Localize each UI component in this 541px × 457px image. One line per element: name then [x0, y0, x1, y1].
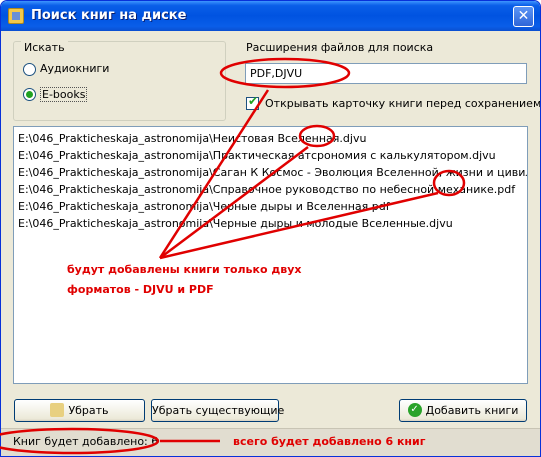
close-button[interactable]: ✕ — [513, 6, 534, 27]
open-card-checkbox[interactable]: ✔ — [246, 94, 259, 110]
list-item[interactable]: E:\046_Prakticheskaja_astronomija\Неисто… — [14, 130, 527, 147]
window-title: Поиск книг на диске — [31, 8, 187, 23]
radio-audiobooks[interactable] — [23, 63, 36, 76]
annotation-formats-line1: будут добавлены книги только двух — [67, 263, 302, 276]
book-search-dialog: Поиск книг на диске ✕ Искать Аудиокниги … — [0, 0, 541, 457]
remove-existing-label: Убрать существующие — [152, 404, 285, 417]
list-item[interactable]: E:\046_Prakticheskaja_astronomija\Саган … — [14, 164, 527, 181]
add-books-label: Добавить книги — [425, 404, 519, 417]
app-icon — [8, 8, 24, 24]
radio-audiobooks-label[interactable]: Аудиокниги — [40, 62, 109, 75]
title-bar[interactable]: Поиск книг на диске ✕ — [1, 1, 540, 31]
ok-check-icon: ✓ — [407, 403, 422, 417]
annotation-formats-line2: форматов - DJVU и PDF — [67, 283, 214, 296]
extensions-input[interactable] — [245, 63, 527, 84]
add-books-button[interactable]: ✓ Добавить книги — [399, 399, 527, 422]
check-icon: ✔ — [248, 94, 259, 108]
found-files-list[interactable]: E:\046_Prakticheskaja_astronomija\Неисто… — [13, 126, 528, 384]
radio-ebooks-label[interactable]: E-books — [40, 87, 88, 102]
open-card-label[interactable]: Открывать карточку книги перед сохранени… — [265, 97, 540, 110]
list-item[interactable]: E:\046_Prakticheskaja_astronomija\Практи… — [14, 147, 527, 164]
list-item[interactable]: E:\046_Prakticheskaja_astronomija\Черные… — [14, 198, 527, 215]
annotation-total: всего будет добавлено 6 книг — [233, 435, 426, 448]
radio-ebooks[interactable] — [23, 88, 36, 101]
list-item[interactable]: E:\046_Prakticheskaja_astronomija\Черные… — [14, 215, 527, 232]
remove-icon — [50, 403, 65, 417]
status-text: Книг будет добавлено: 6 — [13, 435, 159, 448]
remove-button[interactable]: Убрать — [14, 399, 145, 422]
list-item[interactable]: E:\046_Prakticheskaja_astronomija\Справо… — [14, 181, 527, 198]
extensions-label: Расширения файлов для поиска — [246, 41, 434, 54]
remove-existing-button[interactable]: Убрать существующие — [151, 399, 284, 422]
remove-button-label: Убрать — [68, 404, 109, 417]
search-type-label: Искать — [21, 41, 68, 54]
